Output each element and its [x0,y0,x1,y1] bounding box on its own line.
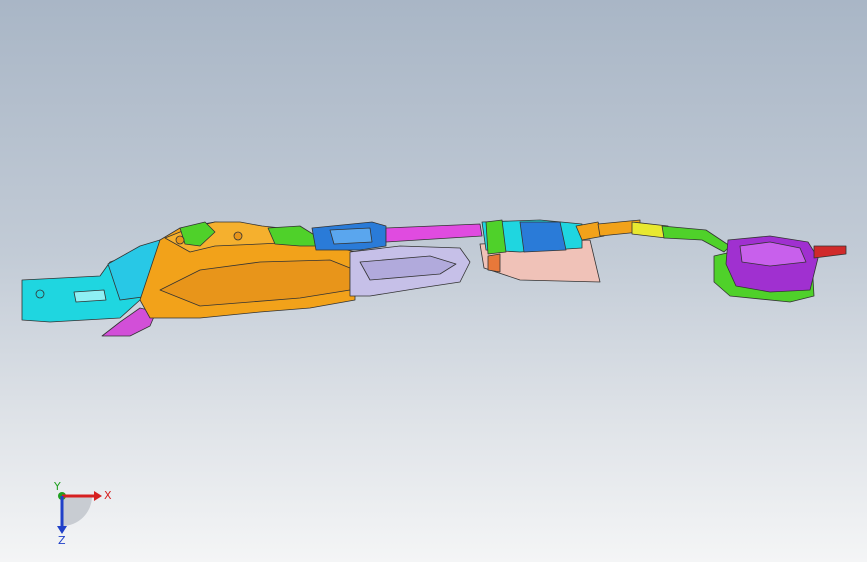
downpipe-green[interactable] [267,225,317,247]
orientation-triad: X Y Z [53,480,112,547]
heat-shield-hole [233,231,243,241]
exhaust-system-model[interactable] [0,0,867,562]
resonator-blue-band[interactable] [519,221,567,253]
z-axis-label: Z [58,534,66,547]
x-axis-arrow [94,491,102,501]
front-bracket-hole [35,289,45,299]
tailpipe-red[interactable] [813,245,847,259]
triad-shadow [62,496,92,526]
resonator-green-clamp[interactable] [485,219,507,255]
z-axis-arrow [57,526,67,534]
rear-pipe-green[interactable] [661,225,731,253]
front-bracket-slot [73,289,107,303]
x-axis-label: X [104,489,112,502]
y-axis-label: Y [53,480,61,493]
flange-connector-detail [329,227,373,245]
mid-pipe-magenta[interactable] [385,223,483,243]
resonator-hanger-red[interactable] [487,253,501,273]
heat-shield-hole [175,235,185,245]
3d-viewport[interactable]: X Y Z [0,0,867,562]
